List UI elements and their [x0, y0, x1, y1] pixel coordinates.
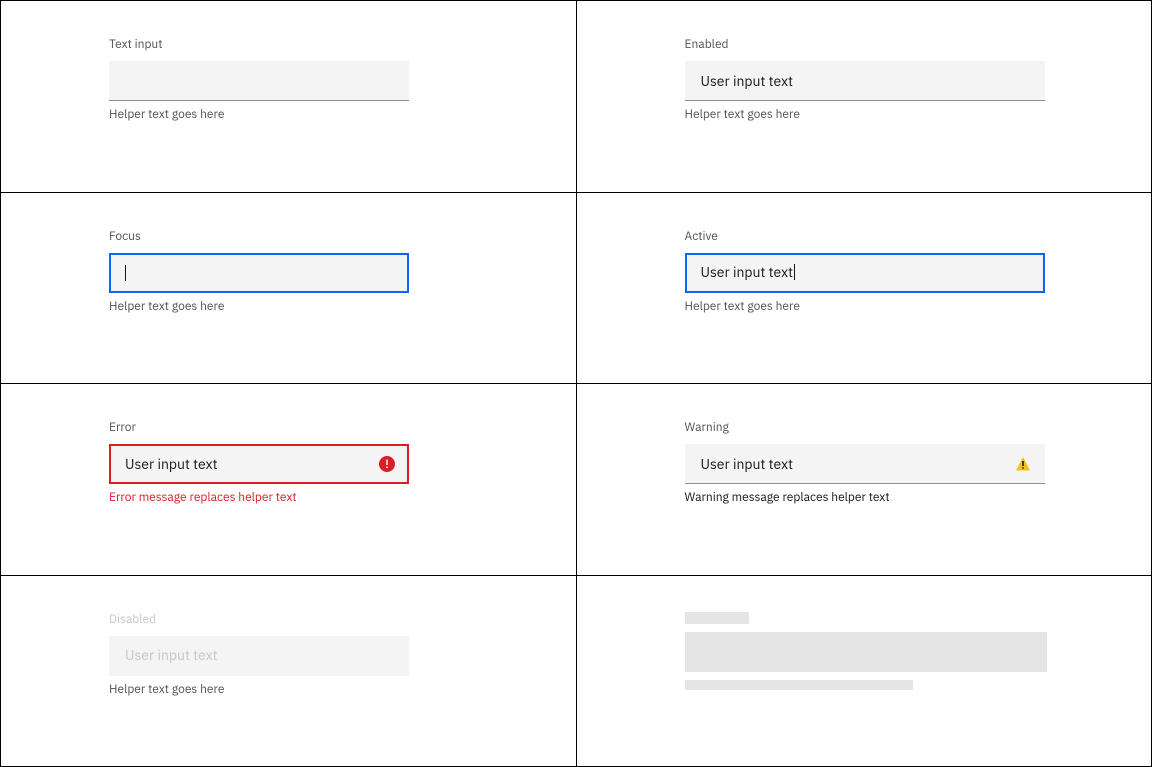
- text-input[interactable]: [109, 444, 409, 484]
- input-label: Error: [109, 420, 576, 436]
- skeleton-label: [685, 612, 749, 624]
- text-input[interactable]: [685, 444, 1045, 484]
- text-input-field[interactable]: [109, 253, 409, 293]
- state-active: Active User input text Helper text goes …: [577, 193, 1152, 384]
- helper-text: Helper text goes here: [109, 107, 576, 123]
- text-input-field[interactable]: User input text: [685, 253, 1045, 293]
- helper-text: Helper text goes here: [109, 299, 576, 315]
- warning-message: Warning message replaces helper text: [685, 490, 1152, 506]
- input-label: Warning: [685, 420, 1152, 436]
- text-input-states-spec: Text input Helper text goes here Enabled…: [0, 0, 1152, 767]
- text-input[interactable]: User input text: [685, 253, 1045, 293]
- state-default: Text input Helper text goes here: [1, 1, 576, 192]
- skeleton-helper: [685, 680, 913, 690]
- text-input[interactable]: [109, 253, 409, 293]
- input-value-text: User input text: [701, 263, 794, 281]
- state-disabled: Disabled Helper text goes here: [1, 576, 576, 767]
- input-label: Text input: [109, 37, 576, 53]
- text-input-field[interactable]: [685, 61, 1045, 101]
- helper-text: Helper text goes here: [685, 107, 1152, 123]
- input-label: Enabled: [685, 37, 1152, 53]
- state-error: Error Error message replaces helper text: [1, 384, 576, 575]
- text-input-field[interactable]: [109, 444, 409, 484]
- input-label: Disabled: [109, 612, 576, 628]
- text-input: [109, 636, 409, 676]
- text-input-field[interactable]: [109, 61, 409, 101]
- skeleton-input: [685, 632, 1047, 672]
- state-warning: Warning Warning message replaces helper …: [577, 384, 1152, 575]
- text-input-field[interactable]: [685, 444, 1045, 484]
- helper-text: Helper text goes here: [685, 299, 1152, 315]
- text-input[interactable]: [685, 61, 1045, 101]
- state-enabled: Enabled Helper text goes here: [577, 1, 1152, 192]
- input-label: Active: [685, 229, 1152, 245]
- text-cursor: [125, 265, 126, 281]
- input-label: Focus: [109, 229, 576, 245]
- helper-text: Helper text goes here: [109, 682, 576, 698]
- text-cursor: [794, 264, 795, 280]
- error-message: Error message replaces helper text: [109, 490, 576, 506]
- states-grid: Text input Helper text goes here Enabled…: [1, 1, 1151, 766]
- text-input-field: [109, 636, 409, 676]
- state-focus: Focus Helper text goes here: [1, 193, 576, 384]
- state-skeleton: [577, 576, 1152, 767]
- text-input[interactable]: [109, 61, 409, 101]
